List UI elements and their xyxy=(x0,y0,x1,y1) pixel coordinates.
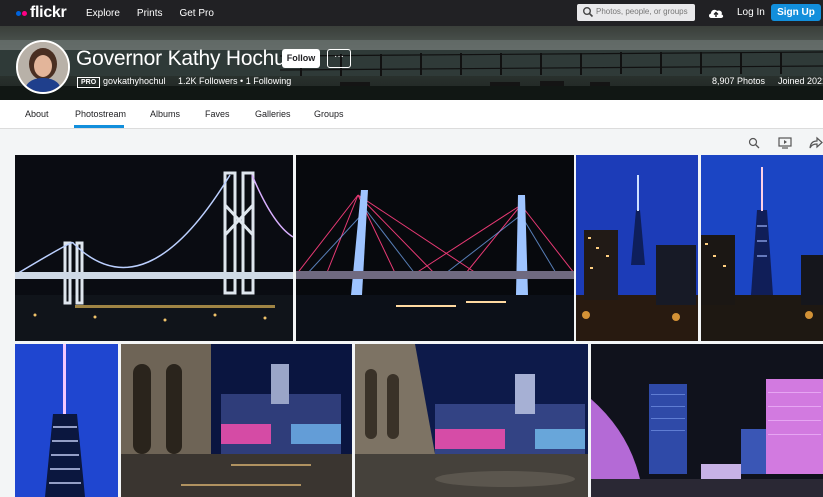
photo-one-world-trade-center-spire[interactable] xyxy=(15,344,118,497)
profile-username: govkathyhochul xyxy=(103,76,166,86)
photostream-toolbar xyxy=(0,129,823,155)
photo-bridge-pink-blue[interactable] xyxy=(296,155,574,341)
logo-wordmark: flickr xyxy=(30,4,67,21)
photo-spire-image xyxy=(15,344,118,497)
top-navigation-bar: flickr Explore Prints Get Pro Photos, pe… xyxy=(0,0,823,26)
nav-explore[interactable]: Explore xyxy=(86,8,120,19)
tab-photostream[interactable]: Photostream xyxy=(75,109,126,119)
avatar-portrait xyxy=(18,42,68,92)
photo-one-world-trade-center[interactable] xyxy=(576,155,698,341)
photo-empire-state-plaza-image xyxy=(591,344,823,497)
slideshow-icon[interactable] xyxy=(778,137,792,149)
photo-count: 8,907 Photos xyxy=(712,76,766,86)
tab-galleries[interactable]: Galleries xyxy=(255,109,291,119)
tab-about[interactable]: About xyxy=(25,109,49,119)
photo-bridge-white-lights[interactable] xyxy=(15,155,293,341)
photo-one-world-trade-center-2[interactable] xyxy=(701,155,823,341)
followers-count[interactable]: 1.2K Followers xyxy=(178,76,238,86)
share-icon[interactable] xyxy=(809,136,823,149)
search-placeholder: Photos, people, or groups xyxy=(596,7,688,16)
more-options-button[interactable]: ··· xyxy=(327,49,351,68)
tab-faves[interactable]: Faves xyxy=(205,109,230,119)
logo-dot-blue xyxy=(16,10,21,16)
photo-capitol-arcade[interactable] xyxy=(121,344,352,497)
profile-stats: 1.2K Followers • 1 Following xyxy=(178,76,291,86)
search-icon xyxy=(583,7,594,18)
photo-capitol-plaza-image xyxy=(355,344,588,497)
flickr-logo[interactable]: flickr xyxy=(16,4,67,22)
search-input[interactable]: Photos, people, or groups xyxy=(577,4,695,21)
photo-one-world-trade-center-image xyxy=(576,155,698,341)
signup-button[interactable]: Sign Up xyxy=(771,4,821,21)
photo-bridge-pink-blue-image xyxy=(296,155,574,341)
profile-tabs: About Photostream Albums Faves Galleries… xyxy=(0,100,823,129)
search-icon[interactable] xyxy=(748,137,760,149)
nav-get-pro[interactable]: Get Pro xyxy=(179,8,213,19)
active-tab-indicator xyxy=(74,125,124,128)
tab-groups[interactable]: Groups xyxy=(314,109,344,119)
pro-badge: PRO xyxy=(77,77,101,88)
profile-name: Governor Kathy Hochul xyxy=(76,47,291,70)
photo-capitol-plaza[interactable] xyxy=(355,344,588,497)
tab-albums[interactable]: Albums xyxy=(150,109,180,119)
main-nav: Explore Prints Get Pro xyxy=(86,0,231,26)
logo-dot-pink xyxy=(22,10,27,16)
joined-date: Joined 2021 xyxy=(778,76,823,86)
follow-button[interactable]: Follow xyxy=(282,49,320,68)
photo-grid xyxy=(0,155,823,497)
nav-prints[interactable]: Prints xyxy=(137,8,163,19)
login-link[interactable]: Log In xyxy=(737,7,765,18)
following-count[interactable]: 1 Following xyxy=(246,76,292,86)
photo-one-world-trade-center-2-image xyxy=(701,155,823,341)
photo-empire-state-plaza[interactable] xyxy=(591,344,823,497)
avatar[interactable] xyxy=(16,40,70,94)
upload-cloud-icon[interactable] xyxy=(707,5,725,20)
photo-bridge-white-lights-image xyxy=(15,155,293,341)
photo-capitol-arcade-image xyxy=(121,344,352,497)
